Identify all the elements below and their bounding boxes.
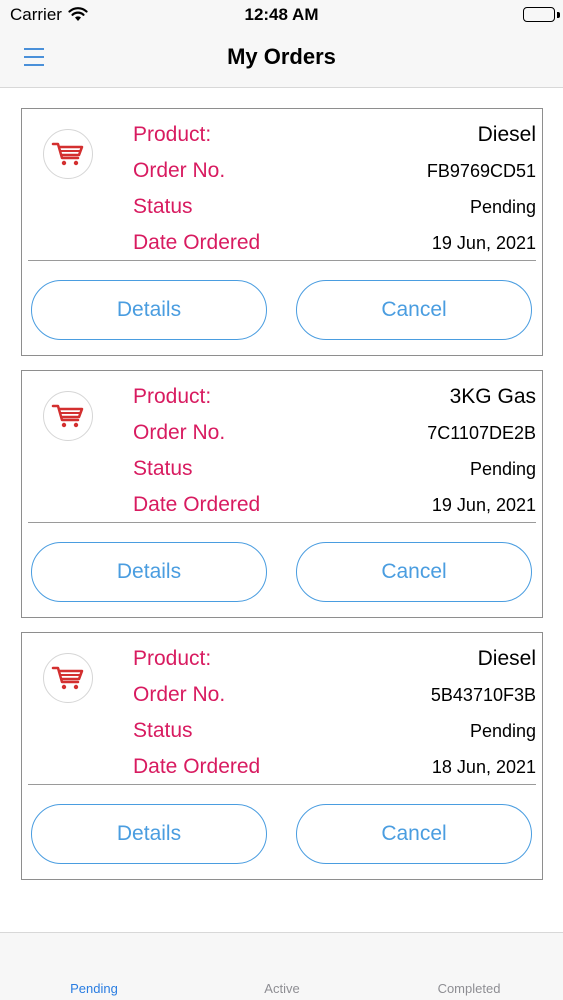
shopping-cart-icon — [43, 129, 93, 179]
order-number-value: FB9769CD51 — [426, 160, 536, 181]
date-value: 19 Jun, 2021 — [431, 494, 536, 515]
status-row: Status Pending — [133, 189, 536, 225]
product-label: Product: — [133, 647, 212, 670]
divider — [28, 522, 536, 523]
date-label: Date Ordered — [133, 493, 261, 516]
page-title: My Orders — [227, 44, 336, 69]
date-row: Date Ordered 19 Jun, 2021 — [133, 487, 536, 523]
order-details: Product: Diesel Order No. 5B43710F3B Sta… — [133, 641, 536, 785]
order-number-row: Order No. 7C1107DE2B — [133, 415, 536, 451]
tab-pending[interactable]: Pending — [0, 981, 188, 996]
order-details: Product: 3KG Gas Order No. 7C1107DE2B St… — [133, 379, 536, 523]
status-label: Status — [133, 195, 193, 218]
product-row: Product: Diesel — [133, 641, 536, 677]
product-value: 3KG Gas — [449, 385, 536, 408]
product-label: Product: — [133, 123, 212, 146]
battery-icon — [523, 7, 555, 22]
status-value: Pending — [469, 196, 536, 217]
order-number-label: Order No. — [133, 159, 226, 182]
date-value: 18 Jun, 2021 — [431, 756, 536, 777]
cancel-button[interactable]: Cancel — [296, 542, 532, 602]
order-card: Product: Diesel Order No. 5B43710F3B Sta… — [21, 632, 543, 880]
product-row: Product: Diesel — [133, 117, 536, 153]
order-card: Product: 3KG Gas Order No. 7C1107DE2B St… — [21, 370, 543, 618]
date-value: 19 Jun, 2021 — [431, 232, 536, 253]
tab-active[interactable]: Active — [188, 981, 376, 996]
tab-bar: Pending Active Completed — [0, 932, 563, 1000]
battery-nub — [557, 12, 560, 18]
status-label: Status — [133, 457, 193, 480]
orders-list: Product: Diesel Order No. FB9769CD51 Sta… — [21, 108, 543, 894]
status-row: Status Pending — [133, 451, 536, 487]
product-value: Diesel — [477, 123, 536, 146]
cancel-button[interactable]: Cancel — [296, 280, 532, 340]
status-row: Status Pending — [133, 713, 536, 749]
order-number-value: 7C1107DE2B — [427, 422, 536, 443]
product-row: Product: 3KG Gas — [133, 379, 536, 415]
divider — [28, 784, 536, 785]
product-value: Diesel — [477, 647, 536, 670]
order-number-label: Order No. — [133, 683, 226, 706]
details-button[interactable]: Details — [31, 542, 267, 602]
order-number-row: Order No. 5B43710F3B — [133, 677, 536, 713]
order-card: Product: Diesel Order No. FB9769CD51 Sta… — [21, 108, 543, 356]
order-number-row: Order No. FB9769CD51 — [133, 153, 536, 189]
product-label: Product: — [133, 385, 212, 408]
status-value: Pending — [469, 720, 536, 741]
clock: 12:48 AM — [244, 5, 319, 24]
date-row: Date Ordered 19 Jun, 2021 — [133, 225, 536, 261]
status-bar: Carrier 12:48 AM — [0, 0, 563, 30]
cancel-button[interactable]: Cancel — [296, 804, 532, 864]
order-number-value: 5B43710F3B — [430, 684, 536, 705]
navigation-bar: My Orders — [0, 30, 563, 88]
tab-completed[interactable]: Completed — [375, 981, 563, 996]
details-button[interactable]: Details — [31, 280, 267, 340]
date-label: Date Ordered — [133, 231, 261, 254]
divider — [28, 260, 536, 261]
order-number-label: Order No. — [133, 421, 226, 444]
date-label: Date Ordered — [133, 755, 261, 778]
shopping-cart-icon — [43, 391, 93, 441]
shopping-cart-icon — [43, 653, 93, 703]
date-row: Date Ordered 18 Jun, 2021 — [133, 749, 536, 785]
details-button[interactable]: Details — [31, 804, 267, 864]
status-label: Status — [133, 719, 193, 742]
status-value: Pending — [469, 458, 536, 479]
order-details: Product: Diesel Order No. FB9769CD51 Sta… — [133, 117, 536, 261]
